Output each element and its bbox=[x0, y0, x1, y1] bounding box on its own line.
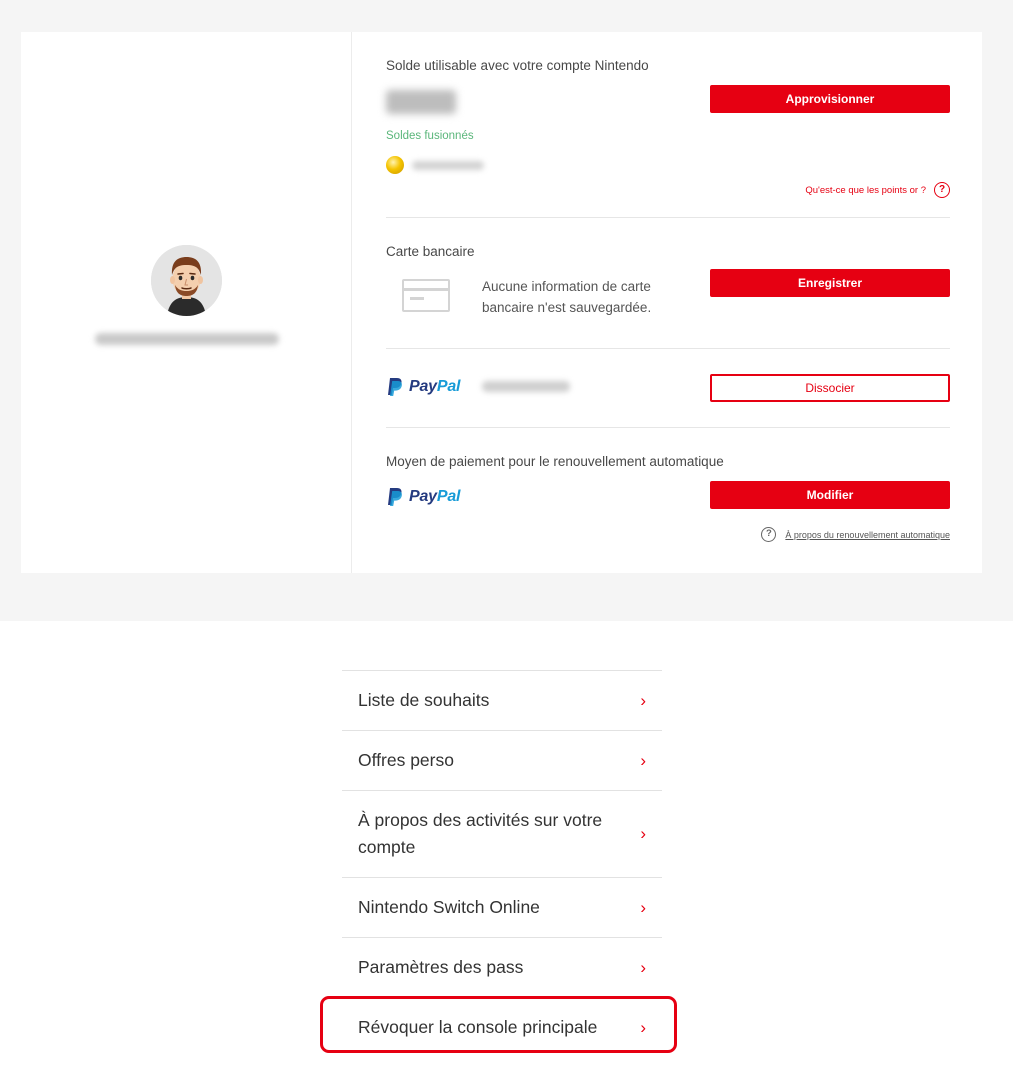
auto-renewal-help-label: À propos du renouvellement automatique bbox=[785, 529, 950, 540]
menu-item-account-activity[interactable]: À propos des activités sur votre compte … bbox=[342, 790, 662, 877]
paypal-icon bbox=[388, 378, 402, 396]
highlight-outline bbox=[320, 996, 677, 1053]
auto-renewal-heading: Moyen de paiement pour le renouvellement… bbox=[386, 454, 724, 469]
menu-item-label: Liste de souhaits bbox=[358, 690, 490, 710]
account-card: Solde utilisable avec votre compte Ninte… bbox=[21, 32, 982, 573]
modify-renewal-button[interactable]: Modifier bbox=[710, 481, 950, 509]
menu-item-label: Paramètres des pass bbox=[358, 957, 524, 977]
paypal-wordmark: PayPal bbox=[409, 378, 461, 395]
paypal-account-email bbox=[482, 381, 570, 392]
gold-points-value bbox=[412, 161, 484, 170]
credit-card-heading: Carte bancaire bbox=[386, 244, 475, 259]
gold-coin-icon bbox=[386, 156, 404, 174]
balance-heading: Solde utilisable avec votre compte Ninte… bbox=[386, 58, 649, 73]
divider bbox=[386, 348, 950, 349]
profile-account-id bbox=[95, 333, 279, 353]
no-card-message: Aucune information de carte bancaire n'e… bbox=[482, 279, 652, 315]
merged-balances-label: Soldes fusionnés bbox=[386, 130, 474, 142]
register-card-button[interactable]: Enregistrer bbox=[710, 269, 950, 297]
menu-item-label: Nintendo Switch Online bbox=[358, 897, 540, 917]
menu-item-wishlist[interactable]: Liste de souhaits › bbox=[342, 670, 662, 730]
dissociate-paypal-button[interactable]: Dissocier bbox=[710, 374, 950, 402]
menu-item-label: À propos des activités sur votre compte bbox=[358, 810, 603, 857]
chevron-right-icon: › bbox=[640, 824, 646, 843]
question-circle-icon: ? bbox=[761, 527, 777, 542]
menu-item-personal-offers[interactable]: Offres perso › bbox=[342, 730, 662, 790]
auto-renewal-help-link[interactable]: ? À propos du renouvellement automatique bbox=[761, 527, 950, 542]
paypal-icon bbox=[388, 488, 402, 506]
paypal-logo: PayPal bbox=[386, 377, 461, 397]
chevron-right-icon: › bbox=[640, 750, 646, 770]
menu-item-pass-settings[interactable]: Paramètres des pass › bbox=[342, 937, 662, 997]
divider bbox=[386, 217, 950, 218]
topup-button[interactable]: Approvisionner bbox=[710, 85, 950, 113]
profile-panel bbox=[21, 32, 352, 573]
balance-amount bbox=[386, 90, 456, 114]
chevron-right-icon: › bbox=[640, 957, 646, 977]
chevron-right-icon: › bbox=[640, 690, 646, 710]
chevron-right-icon: › bbox=[640, 897, 646, 917]
avatar bbox=[151, 245, 222, 316]
gold-points-help-link[interactable]: Qu'est-ce que les points or ? ? bbox=[805, 182, 950, 198]
blurred-account-id bbox=[95, 333, 279, 345]
menu-item-label: Offres perso bbox=[358, 750, 454, 770]
auto-renewal-paypal-logo: PayPal bbox=[386, 487, 461, 507]
payment-panel: Solde utilisable avec votre compte Ninte… bbox=[386, 32, 950, 573]
gold-points-help-label: Qu'est-ce que les points or ? bbox=[805, 184, 926, 196]
account-summary-band: Solde utilisable avec votre compte Ninte… bbox=[0, 0, 1013, 621]
mii-face-icon bbox=[151, 245, 222, 316]
paypal-wordmark: PayPal bbox=[409, 488, 461, 505]
credit-card-icon bbox=[402, 279, 450, 312]
menu-item-switch-online[interactable]: Nintendo Switch Online › bbox=[342, 877, 662, 937]
divider bbox=[386, 427, 950, 428]
question-circle-icon: ? bbox=[934, 182, 950, 198]
